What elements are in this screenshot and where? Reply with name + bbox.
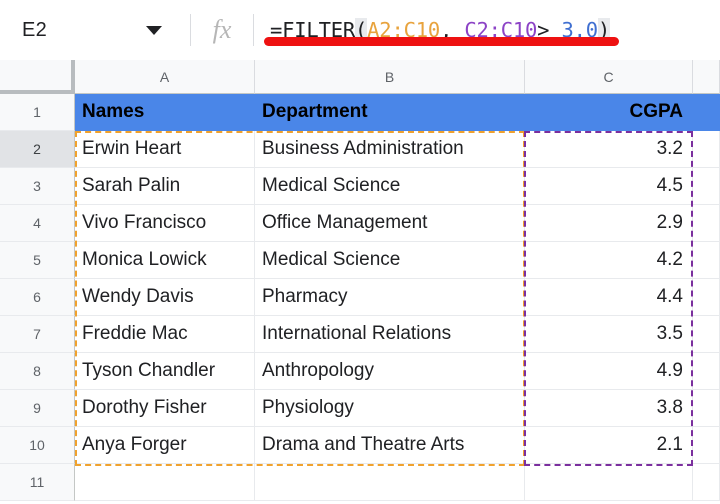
cell-b11[interactable]	[255, 464, 525, 501]
cell-b5[interactable]: Medical Science	[255, 242, 525, 279]
cell-d9[interactable]	[693, 390, 720, 427]
row-header[interactable]: 1	[0, 94, 75, 131]
row-header[interactable]: 5	[0, 242, 75, 279]
column-header-row: A B C	[0, 60, 720, 94]
chevron-down-icon[interactable]	[146, 26, 162, 35]
cell-b2[interactable]: Business Administration	[255, 131, 525, 168]
column-header-b[interactable]: B	[255, 60, 525, 94]
cell-d7[interactable]	[693, 316, 720, 353]
cell-c4[interactable]: 2.9	[525, 205, 693, 242]
row-header[interactable]: 6	[0, 279, 75, 316]
cell-b3[interactable]: Medical Science	[255, 168, 525, 205]
cell-c3[interactable]: 4.5	[525, 168, 693, 205]
cell-b6[interactable]: Pharmacy	[255, 279, 525, 316]
cell-d4[interactable]	[693, 205, 720, 242]
cell-c7[interactable]: 3.5	[525, 316, 693, 353]
cell-a5[interactable]: Monica Lowick	[75, 242, 255, 279]
table-row[interactable]: 1 Names Department CGPA	[0, 94, 720, 131]
cell-a1[interactable]: Names	[75, 94, 255, 131]
formula-bar: E2 fx =FILTER(A2:C10, C2:C10> 3.0)	[0, 0, 720, 60]
cell-d10[interactable]	[693, 427, 720, 464]
row-header[interactable]: 3	[0, 168, 75, 205]
cell-d11[interactable]	[693, 464, 720, 501]
name-box-value: E2	[22, 18, 48, 41]
table-row[interactable]: 5 Monica Lowick Medical Science 4.2	[0, 242, 720, 279]
row-header[interactable]: 8	[0, 353, 75, 390]
table-row[interactable]: 3 Sarah Palin Medical Science 4.5	[0, 168, 720, 205]
row-header[interactable]: 10	[0, 427, 75, 464]
cell-b8[interactable]: Anthropology	[255, 353, 525, 390]
cell-c2[interactable]: 3.2	[525, 131, 693, 168]
function-icon: fx	[212, 15, 232, 44]
cell-c8[interactable]: 4.9	[525, 353, 693, 390]
row-header[interactable]: 4	[0, 205, 75, 242]
spreadsheet-grid[interactable]: A B C 1 Names Department CGPA 2 Erwin Heart Bu…	[0, 60, 720, 504]
column-header-d[interactable]	[693, 60, 720, 94]
table-row[interactable]: 10 Anya Forger Drama and Theatre Arts 2.1	[0, 427, 720, 464]
cell-b10[interactable]: Drama and Theatre Arts	[255, 427, 525, 464]
cell-a3[interactable]: Sarah Palin	[75, 168, 255, 205]
cell-a8[interactable]: Tyson Chandler	[75, 353, 255, 390]
cell-a2[interactable]: Erwin Heart	[75, 131, 255, 168]
cell-b1[interactable]: Department	[255, 94, 525, 131]
cell-a11[interactable]	[75, 464, 255, 501]
cell-b7[interactable]: International Relations	[255, 316, 525, 353]
cell-c9[interactable]: 3.8	[525, 390, 693, 427]
cell-d6[interactable]	[693, 279, 720, 316]
table-row[interactable]: 11	[0, 464, 720, 501]
table-row[interactable]: 6 Wendy Davis Pharmacy 4.4	[0, 279, 720, 316]
cell-c5[interactable]: 4.2	[525, 242, 693, 279]
cell-b4[interactable]: Office Management	[255, 205, 525, 242]
table-row[interactable]: 9 Dorothy Fisher Physiology 3.8	[0, 390, 720, 427]
cell-d1[interactable]	[693, 94, 720, 131]
row-header[interactable]: 2	[0, 131, 75, 168]
column-header-a[interactable]: A	[75, 60, 255, 94]
cell-c6[interactable]: 4.4	[525, 279, 693, 316]
red-annotation-underline	[264, 37, 619, 46]
select-all-corner[interactable]	[0, 60, 75, 94]
cell-a10[interactable]: Anya Forger	[75, 427, 255, 464]
cell-b9[interactable]: Physiology	[255, 390, 525, 427]
row-header[interactable]: 11	[0, 464, 75, 501]
cell-d2[interactable]	[693, 131, 720, 168]
cell-c10[interactable]: 2.1	[525, 427, 693, 464]
cell-c1[interactable]: CGPA	[525, 94, 693, 131]
cell-a6[interactable]: Wendy Davis	[75, 279, 255, 316]
cell-c11[interactable]	[525, 464, 693, 501]
table-row[interactable]: 8 Tyson Chandler Anthropology 4.9	[0, 353, 720, 390]
table-row[interactable]: 2 Erwin Heart Business Administration 3.2	[0, 131, 720, 168]
row-header[interactable]: 9	[0, 390, 75, 427]
cell-d8[interactable]	[693, 353, 720, 390]
row-header[interactable]: 7	[0, 316, 75, 353]
table-row[interactable]: 7 Freddie Mac International Relations 3.5	[0, 316, 720, 353]
name-box[interactable]: E2	[0, 0, 190, 60]
cell-a9[interactable]: Dorothy Fisher	[75, 390, 255, 427]
cell-d5[interactable]	[693, 242, 720, 279]
cell-a7[interactable]: Freddie Mac	[75, 316, 255, 353]
cell-d3[interactable]	[693, 168, 720, 205]
column-header-c[interactable]: C	[525, 60, 693, 94]
formula-input[interactable]: =FILTER(A2:C10, C2:C10> 3.0)	[254, 0, 720, 60]
table-row[interactable]: 4 Vivo Francisco Office Management 2.9	[0, 205, 720, 242]
cell-a4[interactable]: Vivo Francisco	[75, 205, 255, 242]
